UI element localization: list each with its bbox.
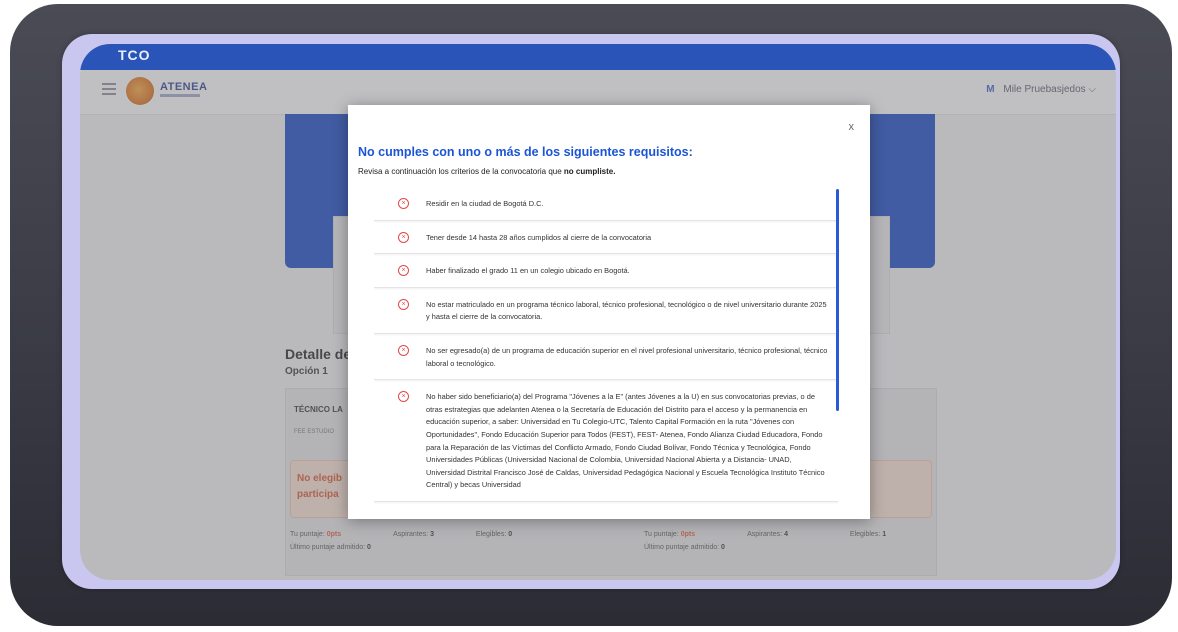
error-circle-icon: × [398,198,409,209]
error-circle-icon: × [398,298,409,310]
requirement-text: Haber finalizado el grado 11 en un coleg… [426,266,630,276]
requirements-modal: x No cumples con uno o más de los siguie… [348,105,870,519]
requirement-text: No haber sido beneficiario(a) del Progra… [426,392,825,490]
requirement-text: No estar matriculado en un programa técn… [426,299,827,322]
requirement-item: × Residir en la ciudad de Bogotá D.C. [374,189,838,221]
requirements-list: × Residir en la ciudad de Bogotá D.C. × Ten… [374,189,838,502]
modal-subtitle-bold: no cumpliste. [563,167,616,176]
requirement-text: Tener desde 14 hasta 28 años cumplidos a… [426,232,652,242]
requirement-item: × No ser egresado(a) de un programa de ed… [374,335,838,381]
modal-title: No cumples con uno o más de los siguient… [358,145,693,159]
error-circle-icon: × [398,391,409,403]
modal-subtitle-text: Revisa a continuación los criterios de l… [358,167,562,176]
error-circle-icon: × [398,265,409,277]
browser-screen: TCO ATENEA M Mile Pruebasjedos ⌵ Detalle… [80,44,1116,580]
requirement-item: × No estar matriculado en un programa téc… [374,289,838,334]
requirement-item: × Tener desde 14 hasta 28 años cumplidos … [374,222,838,255]
scrollbar[interactable] [836,189,839,411]
requirement-text: No ser egresado(a) de un programa de edu… [426,345,828,368]
requirement-item: × Haber finalizado el grado 11 en un cole… [374,256,838,288]
requirement-text: Residir en la ciudad de Bogotá D.C. [426,199,544,208]
close-button[interactable]: x [849,121,855,133]
error-circle-icon: × [398,231,409,243]
brand-fragment: TCO [118,47,151,63]
requirements-list-scroll[interactable]: × Residir en la ciudad de Bogotá D.C. × Ten… [374,189,838,511]
requirement-item: × No haber sido beneficiario(a) del Progr… [374,382,838,502]
error-circle-icon: × [398,344,409,356]
modal-subtitle: Revisa a continuación los criterios de l… [358,167,615,176]
window-top-strip: TCO [80,44,1116,70]
